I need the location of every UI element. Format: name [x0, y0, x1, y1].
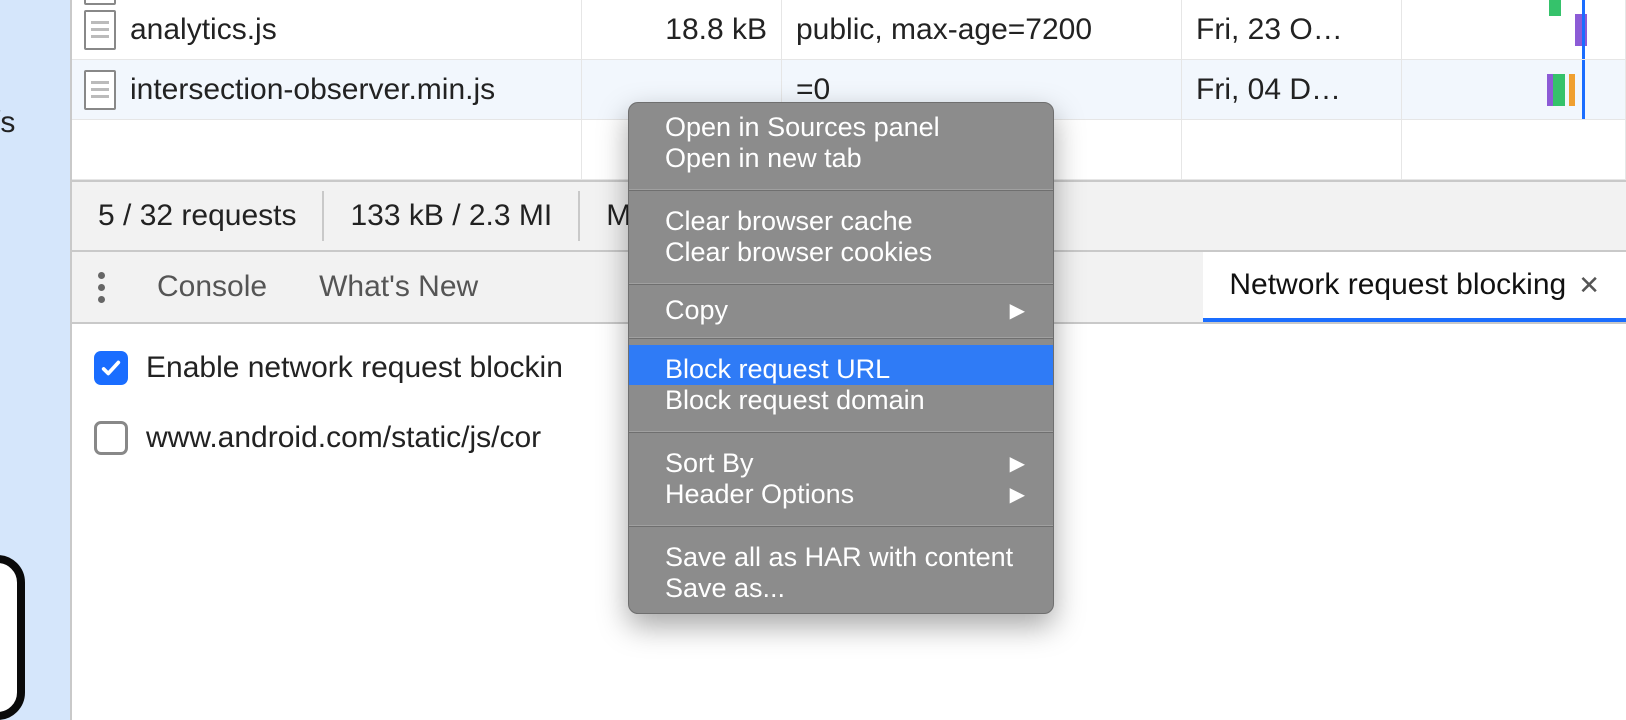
cell-waterfall [1402, 60, 1626, 119]
submenu-arrow-icon: ▶ [1010, 298, 1025, 323]
submenu-arrow-icon: ▶ [1010, 451, 1025, 476]
waterfall-marker [1582, 0, 1585, 59]
left-background-strip: /s [0, 0, 70, 720]
table-row[interactable]: analytics.js 18.8 kB public, max-age=720… [72, 0, 1626, 60]
submenu-arrow-icon: ▶ [1010, 482, 1025, 507]
ctx-header-options[interactable]: Header Options▶ [629, 479, 1053, 519]
waterfall-bar [1569, 74, 1575, 106]
file-name: intersection-observer.min.js [130, 73, 495, 107]
tab-network-request-blocking[interactable]: Network request blocking ✕ [1203, 252, 1626, 322]
status-transferred: 133 kB / 2.3 MI [324, 191, 580, 241]
waterfall-bar [1547, 74, 1553, 106]
file-icon [84, 70, 116, 110]
status-requests: 5 / 32 requests [72, 191, 324, 241]
close-icon[interactable]: ✕ [1578, 270, 1600, 301]
ctx-separator [629, 525, 1053, 527]
ctx-save-har[interactable]: Save all as HAR with content [629, 533, 1053, 573]
ctx-open-new-tab[interactable]: Open in new tab [629, 143, 1053, 183]
tab-whats-new[interactable]: What's New [293, 252, 504, 322]
file-icon [84, 0, 116, 5]
ctx-block-request-url[interactable]: Block request URL [629, 345, 1053, 385]
ctx-open-sources[interactable]: Open in Sources panel [629, 103, 1053, 143]
tab-console[interactable]: Console [131, 252, 293, 322]
waterfall-marker [1582, 60, 1585, 119]
partial-text: /s [0, 106, 15, 140]
ctx-separator [629, 283, 1053, 285]
cell-waterfall [1402, 0, 1626, 59]
more-icon[interactable] [72, 272, 131, 303]
phone-frame-fragment [0, 555, 25, 720]
cell-cache: public, max-age=7200 [782, 0, 1182, 59]
cell-date: Fri, 04 D… [1182, 60, 1402, 119]
checkbox-checked-icon[interactable] [94, 351, 128, 385]
ctx-clear-cache[interactable]: Clear browser cache [629, 197, 1053, 237]
file-icon [84, 10, 116, 50]
tab-label: Network request blocking [1229, 268, 1566, 302]
ctx-separator [629, 431, 1053, 433]
ctx-block-request-domain[interactable]: Block request domain [629, 385, 1053, 425]
waterfall-bar [1575, 14, 1587, 46]
enable-blocking-label: Enable network request blockin [146, 351, 563, 385]
waterfall-bar [1553, 74, 1565, 106]
ctx-sort-by[interactable]: Sort By▶ [629, 439, 1053, 479]
blocking-pattern-text: www.android.com/static/js/cor [146, 421, 541, 455]
file-name: analytics.js [130, 13, 277, 47]
cell-size: 18.8 kB [582, 0, 782, 59]
ctx-separator [629, 337, 1053, 339]
cell-date: Fri, 23 O… [1182, 0, 1402, 59]
ctx-copy[interactable]: Copy▶ [629, 291, 1053, 331]
context-menu: Open in Sources panel Open in new tab Cl… [628, 102, 1054, 614]
ctx-separator [629, 189, 1053, 191]
ctx-save-as[interactable]: Save as... [629, 573, 1053, 613]
ctx-clear-cookies[interactable]: Clear browser cookies [629, 237, 1053, 277]
checkbox-unchecked-icon[interactable] [94, 421, 128, 455]
